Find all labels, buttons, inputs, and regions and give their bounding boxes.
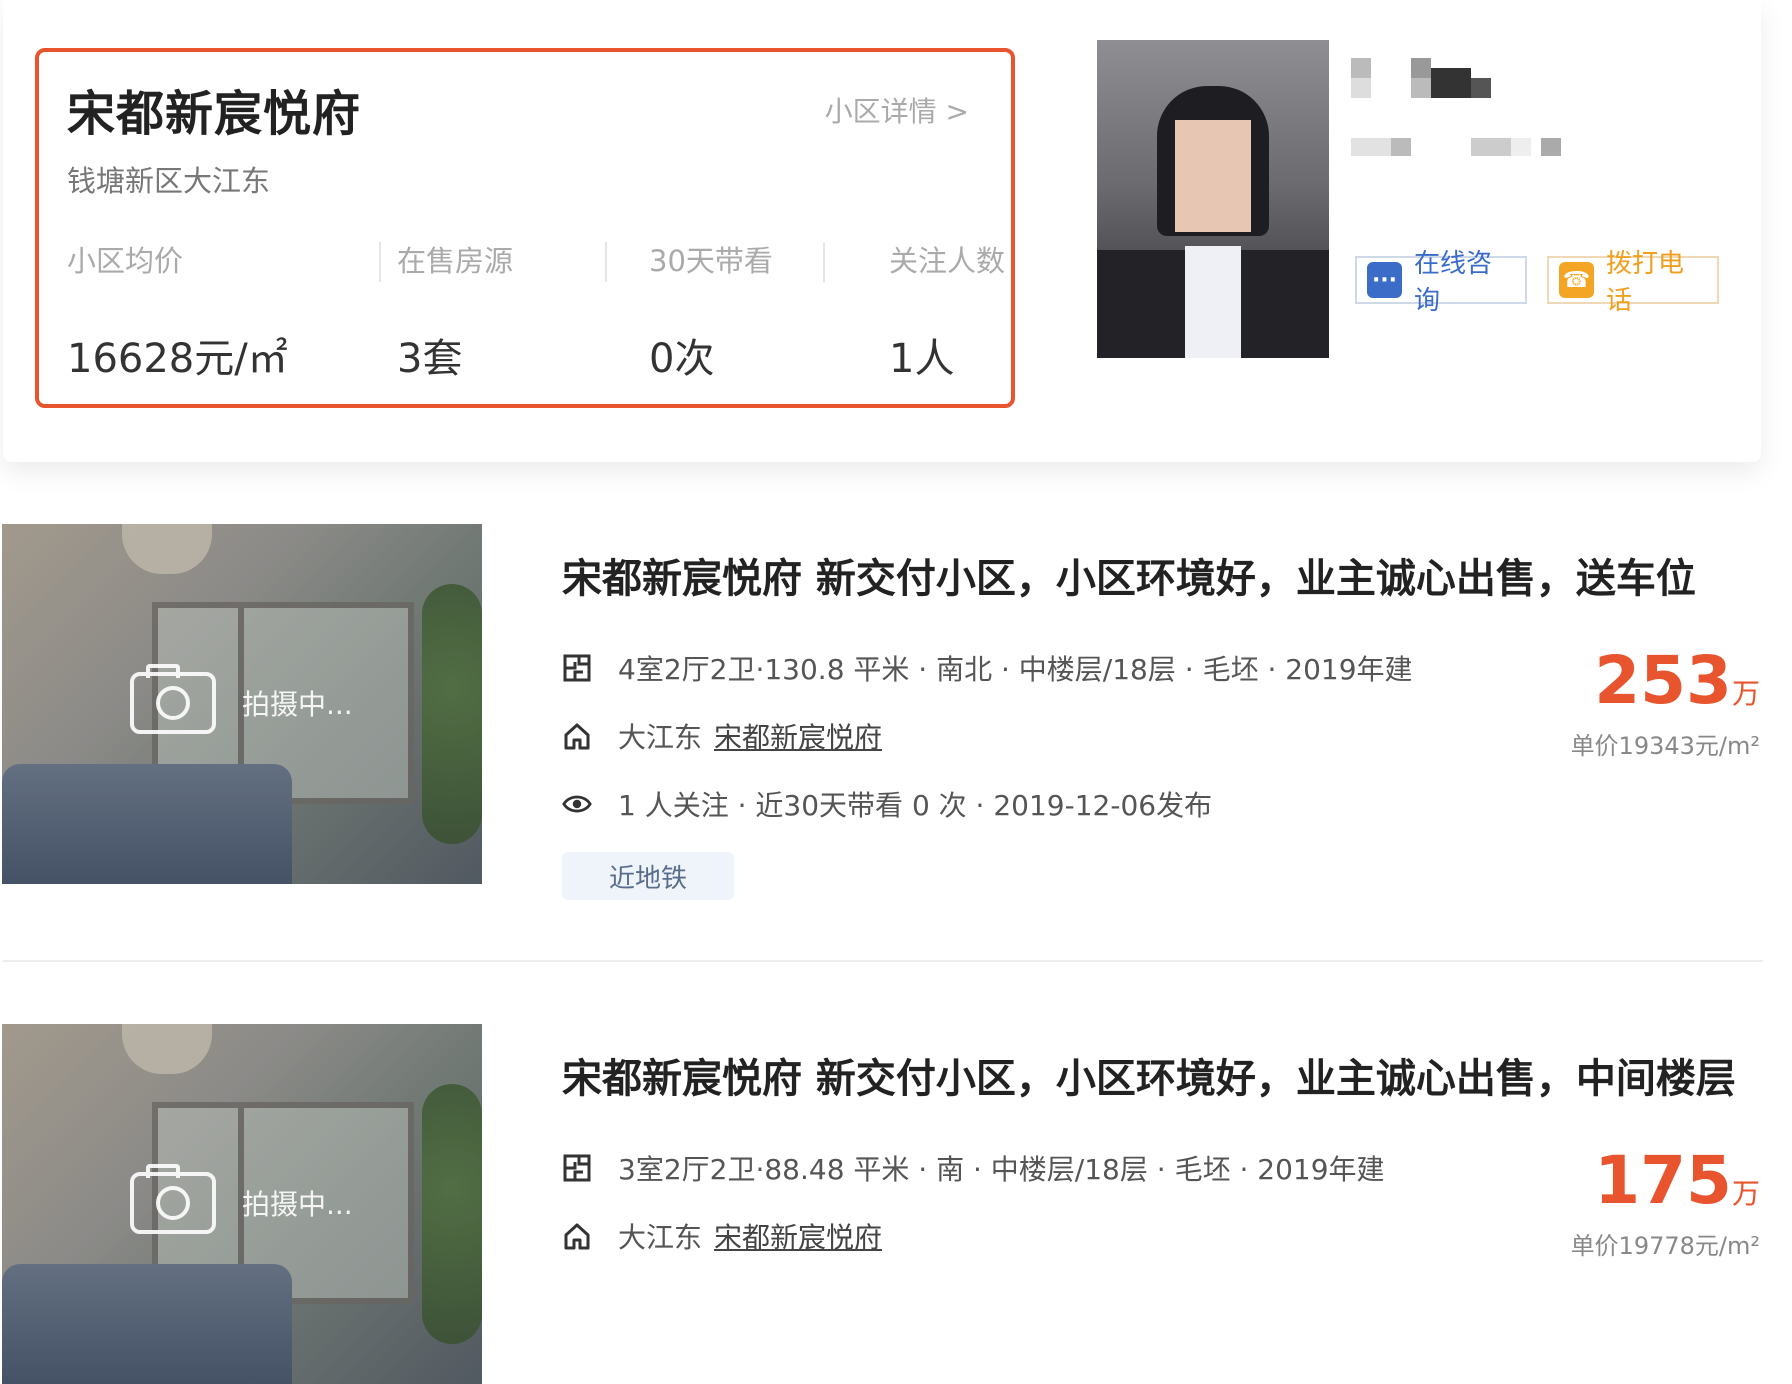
home-icon [562,1221,592,1251]
stat-followers: 关注人数 1人 [889,238,1006,382]
stat-divider [605,242,607,282]
price-unit: 万 [1731,1177,1760,1210]
stat-on-sale: 在售房源 3套 [397,238,514,382]
community-link[interactable]: 宋都新宸悦府 [714,1216,882,1256]
chat-icon: ··· [1367,262,1402,298]
online-consult-button[interactable]: ··· 在线咨询 [1355,249,1527,316]
community-detail-link[interactable]: 小区详情 > [825,90,969,130]
stat-value: 3套 [397,336,463,382]
specs-text: 3室2厅2卫·88.48 平米 · 南 · 中楼层/18层 · 毛坯 · 201… [618,1153,1385,1186]
community-link[interactable]: 宋都新宸悦府 [714,716,882,756]
listing-photo[interactable]: 拍摄中... [2,524,482,884]
floorplan-icon [562,653,592,683]
listing-total-price: 175万 [1594,1142,1760,1219]
stat-label: 在售房源 [397,244,514,278]
price-value: 175 [1594,1142,1732,1219]
listing-unit-price: 单价19343元/m² [1570,732,1760,760]
listing-total-price: 253万 [1594,642,1760,719]
camera-icon [130,664,216,734]
stat-value: 0次 [649,336,715,382]
community-stats: 小区均价 16628元/㎡ 在售房源 3套 30天带看 0次 关注人数 1人 [67,238,1007,382]
call-button[interactable]: ☎ 拨打电话 [1547,249,1719,316]
stat-average-price: 小区均价 16628元/㎡ [67,238,288,382]
stat-divider [379,242,381,282]
location-area: 大江东 [618,721,703,754]
listing-follow: 1 人关注 · 近30天带看 0 次 · 2019-12-06发布 [562,784,1212,824]
home-icon [562,721,592,751]
community-area: 钱塘新区大江东 [67,164,271,198]
stat-value: 16628元/㎡ [67,336,288,382]
listing-location: 大江东 宋都新宸悦府 [562,1216,882,1256]
listing-specs: 3室2厅2卫·88.48 平米 · 南 · 中楼层/18层 · 毛坯 · 201… [562,1148,1385,1188]
eye-icon [562,789,592,819]
listing-title[interactable]: 宋都新宸悦府 新交付小区，小区环境好，业主诚心出售，中间楼层 [562,1046,1736,1104]
location-area: 大江东 [618,1221,703,1254]
listing-item[interactable]: 拍摄中... 宋都新宸悦府 新交付小区，小区环境好，业主诚心出售，中间楼层 3室… [0,1020,1792,1384]
photo-status: 拍摄中... [242,1188,353,1221]
camera-icon [130,1164,216,1234]
listing-specs: 4室2厅2卫·130.8 平米 · 南北 · 中楼层/18层 · 毛坯 · 20… [562,648,1413,688]
listing-item[interactable]: 拍摄中... 宋都新宸悦府 新交付小区，小区环境好，业主诚心出售，送车位 4室2… [0,520,1792,960]
agent-name-pixelated [1351,58,1491,102]
listing-location: 大江东 宋都新宸悦府 [562,716,882,756]
listing-unit-price: 单价19778元/m² [1570,1232,1760,1260]
stat-label: 关注人数 [889,244,1006,278]
listing-divider [3,960,1763,962]
community-name: 宋都新宸悦府 [67,86,362,142]
floorplan-icon [562,1153,592,1183]
online-consult-label: 在线咨询 [1413,249,1492,316]
stat-label: 小区均价 [67,244,184,278]
agent-shirt [1185,246,1241,358]
stat-viewings-30d: 30天带看 0次 [649,238,773,382]
listing-title[interactable]: 宋都新宸悦府 新交付小区，小区环境好，业主诚心出售，送车位 [562,546,1696,604]
agent-title-pixelated [1351,138,1561,162]
stat-label: 30天带看 [649,244,773,278]
listing-photo[interactable]: 拍摄中... [2,1024,482,1384]
agent-face [1175,120,1251,232]
photo-pending-overlay: 拍摄中... [130,1164,353,1234]
stat-value: 1人 [889,336,955,382]
price-unit: 万 [1731,677,1760,710]
community-summary: 宋都新宸悦府 小区详情 > 钱塘新区大江东 小区均价 16628元/㎡ 在售房源… [35,48,1015,408]
tag-near-subway: 近地铁 [562,852,734,900]
price-value: 253 [1594,642,1732,719]
phone-icon: ☎ [1559,262,1594,298]
agent-avatar[interactable] [1097,40,1329,358]
photo-pending-overlay: 拍摄中... [130,664,353,734]
community-card: 宋都新宸悦府 小区详情 > 钱塘新区大江东 小区均价 16628元/㎡ 在售房源… [3,0,1761,462]
photo-status: 拍摄中... [242,688,353,721]
specs-text: 4室2厅2卫·130.8 平米 · 南北 · 中楼层/18层 · 毛坯 · 20… [618,653,1413,686]
stat-divider [823,242,825,282]
follow-text: 1 人关注 · 近30天带看 0 次 · 2019-12-06发布 [618,789,1213,822]
call-label: 拨打电话 [1605,249,1684,316]
